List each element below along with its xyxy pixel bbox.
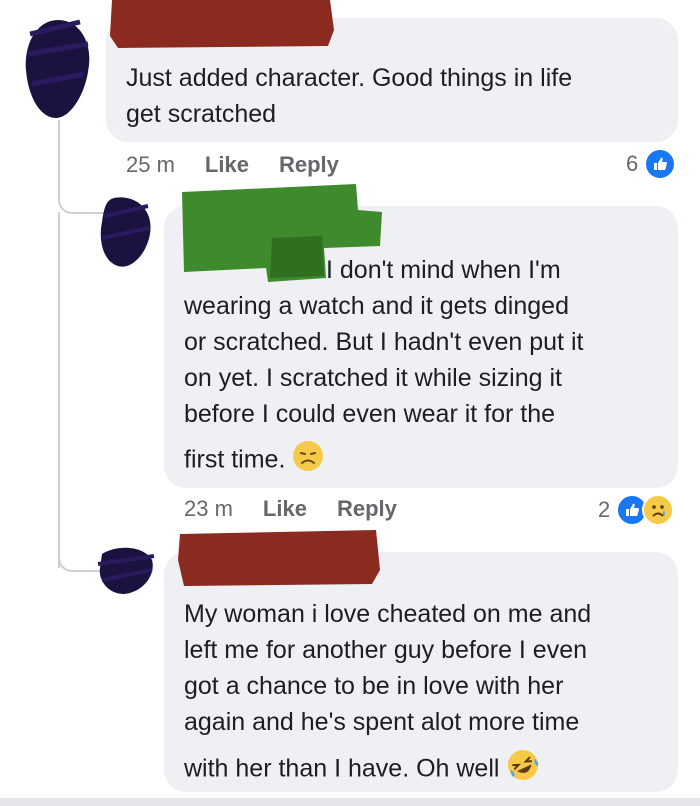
reaction-count: 6 — [626, 151, 639, 176]
comment-text: I don't mind when I'm wearing a watch an… — [184, 252, 674, 482]
comment-text: My woman i love cheated on me and left m… — [184, 596, 674, 792]
timestamp: 25 m — [126, 152, 175, 177]
like-link[interactable]: Like — [263, 496, 307, 522]
disappointed-face-icon — [292, 440, 324, 482]
like-icon — [644, 148, 677, 180]
avatar[interactable] — [96, 192, 158, 272]
comment-meta: 25 m Like Reply — [126, 152, 339, 178]
like-link[interactable]: Like — [205, 152, 249, 178]
reply-link[interactable]: Reply — [337, 496, 397, 522]
reaction-count: 2 — [598, 497, 611, 522]
redacted-name — [176, 530, 382, 586]
redacted-name — [108, 0, 336, 48]
avatar[interactable] — [94, 540, 158, 600]
rolling-laughing-icon — [506, 748, 540, 792]
comment-text: Just added character. Good things in lif… — [126, 64, 573, 128]
divider — [0, 798, 700, 806]
reaction-summary[interactable]: 2 — [598, 494, 675, 526]
reaction-summary[interactable]: 6 — [626, 148, 677, 180]
comment-meta: 23 m Like Reply — [184, 496, 397, 522]
avatar[interactable] — [18, 14, 98, 124]
sad-icon — [642, 494, 675, 526]
timestamp: 23 m — [184, 496, 233, 521]
reply-link[interactable]: Reply — [279, 152, 339, 178]
